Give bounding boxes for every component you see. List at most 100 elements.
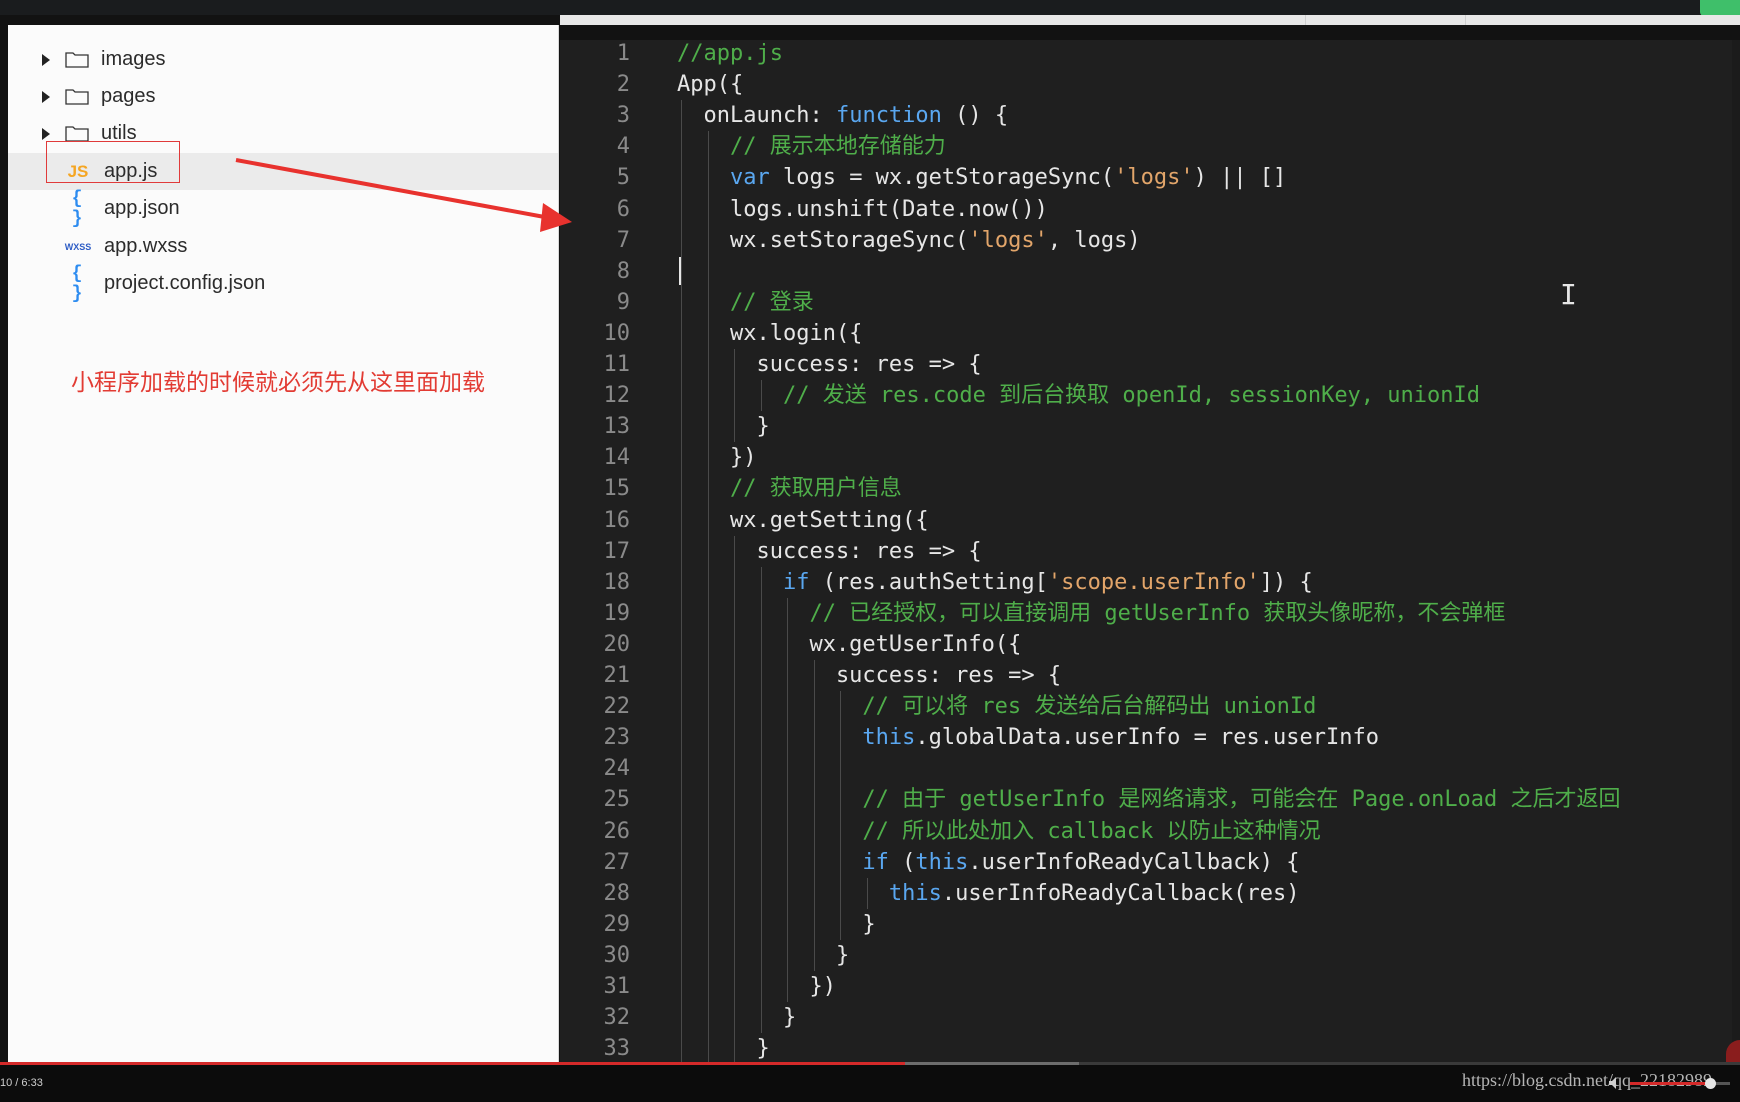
code-line[interactable]: 32 } xyxy=(560,1002,1740,1033)
line-number: 20 xyxy=(603,631,631,657)
code-line[interactable]: 4 // 展示本地存储能力 xyxy=(560,131,1740,162)
tree-label: app.wxss xyxy=(104,235,188,257)
code-token: success: res => { xyxy=(677,352,982,377)
code-line[interactable]: 28 this.userInfoReadyCallback(res) xyxy=(560,878,1740,909)
code-token: wx.login({ xyxy=(677,320,863,346)
code-line[interactable]: 20 wx.getUserInfo({ xyxy=(560,629,1740,660)
code-line[interactable]: 13 } xyxy=(560,411,1740,442)
code-text: this.userInfoReadyCallback(res) xyxy=(677,878,1300,909)
indent-guide xyxy=(707,131,709,1065)
code-line[interactable]: 19 // 已经授权，可以直接调用 getUserInfo 获取头像昵称，不会弹… xyxy=(560,598,1740,629)
code-line[interactable]: 21 success: res => { xyxy=(560,660,1740,691)
code-line[interactable]: 23 this.globalData.userInfo = res.userIn… xyxy=(560,722,1740,753)
code-token: }) xyxy=(677,445,757,471)
line-number: 4 xyxy=(616,134,630,160)
code-line[interactable]: 2 App({ xyxy=(560,69,1740,100)
code-line[interactable]: 3 onLaunch: function () { xyxy=(560,100,1740,131)
code-text: } xyxy=(677,940,849,971)
code-editor[interactable]: 1//app.js 2 App({3 onLaunch: function () {… xyxy=(560,40,1740,1077)
code-line[interactable]: 22 // 可以将 res 发送给后台解码出 unionId xyxy=(560,691,1740,722)
code-text: wx.getSetting({ xyxy=(677,505,929,536)
code-token: wx.getSetting({ xyxy=(677,507,929,533)
json-file-icon: { } xyxy=(71,188,85,229)
code-line[interactable]: 33 } xyxy=(560,1033,1740,1064)
tree-folder-images[interactable]: images xyxy=(8,41,558,78)
code-line[interactable]: 29 } xyxy=(560,909,1740,940)
code-text: } xyxy=(677,1002,796,1033)
line-number: 27 xyxy=(603,849,631,875)
code-line[interactable]: 24 xyxy=(560,753,1740,784)
indent-guide xyxy=(681,100,682,1065)
code-line[interactable]: 1 //app.js xyxy=(560,40,1740,69)
folder-icon xyxy=(65,52,89,68)
code-line[interactable]: 5 var logs = wx.getStorageSync('logs') |… xyxy=(560,162,1740,193)
code-line[interactable]: 11 success: res => { xyxy=(560,349,1740,380)
code-token: } xyxy=(677,942,850,968)
code-line[interactable]: 7 wx.setStorageSync('logs', logs) xyxy=(560,225,1740,256)
code-text: var logs = wx.getStorageSync('logs') || … xyxy=(677,162,1286,193)
code-token: } xyxy=(677,414,770,440)
volume-knob[interactable] xyxy=(1705,1078,1716,1089)
line-number: 23 xyxy=(603,725,631,751)
code-line[interactable]: 10 wx.login({ xyxy=(560,318,1740,349)
code-text: success: res => { xyxy=(677,536,981,567)
volume-slider[interactable] xyxy=(1630,1078,1730,1089)
indent-guide xyxy=(840,691,841,940)
code-text: // 获取用户信息 xyxy=(677,473,902,504)
code-token: 'scope.userInfo' xyxy=(1047,569,1260,595)
code-line[interactable]: 17 success: res => { xyxy=(560,536,1740,567)
tree-file-app-json[interactable]: { } app.json xyxy=(8,188,558,229)
tree-folder-pages[interactable]: pages xyxy=(8,78,558,115)
line-number: 28 xyxy=(603,880,631,906)
code-token: // 展示本地存储能力 xyxy=(677,134,946,160)
code-line[interactable]: 27 if (this.userInfoReadyCallback) { xyxy=(560,847,1740,878)
line-number: 10 xyxy=(603,320,631,346)
code-token: ( xyxy=(888,849,916,875)
volume-icon[interactable] xyxy=(1608,1076,1622,1090)
code-token: () { xyxy=(941,103,1009,129)
indent-guide xyxy=(866,877,868,909)
app-js-highlight-box xyxy=(46,141,180,183)
indent-guide xyxy=(760,380,762,412)
code-line[interactable]: 6 logs.unshift(Date.now()) xyxy=(560,194,1740,225)
line-number: 5 xyxy=(616,165,630,191)
code-token: var xyxy=(677,165,770,191)
line-number: 30 xyxy=(603,942,631,968)
code-line[interactable]: 18 if (res.authSetting['scope.userInfo']… xyxy=(560,567,1740,598)
expand-caret-icon[interactable] xyxy=(42,127,50,140)
code-token: //app.js xyxy=(677,41,783,66)
code-token: // 由于 getUserInfo 是网络请求，可能会在 Page.onLoad… xyxy=(677,787,1621,813)
line-number: 17 xyxy=(603,538,631,564)
code-line[interactable]: 26 // 所以此处加入 callback 以防止这种情况 xyxy=(560,816,1740,847)
code-line[interactable]: 25 // 由于 getUserInfo 是网络请求，可能会在 Page.onL… xyxy=(560,784,1740,815)
code-token: .userInfoReadyCallback(res) xyxy=(941,880,1300,906)
code-text: logs.unshift(Date.now()) xyxy=(677,194,1048,225)
expand-caret-icon[interactable] xyxy=(42,53,50,66)
line-number: 32 xyxy=(603,1005,631,1031)
code-token: 'logs' xyxy=(1114,165,1194,191)
line-number: 2 xyxy=(616,72,630,98)
volume-fill xyxy=(1630,1082,1710,1085)
expand-caret-icon[interactable] xyxy=(42,90,50,103)
code-line[interactable]: 30 } xyxy=(560,940,1740,971)
code-text: success: res => { xyxy=(677,349,982,380)
code-line[interactable]: 12 // 发送 res.code 到后台换取 openId, sessionK… xyxy=(560,380,1740,411)
line-number: 11 xyxy=(603,352,631,377)
code-token: // 获取用户信息 xyxy=(677,476,902,502)
annotation-text: 小程序加载的时候就必须先从这里面加载 xyxy=(71,370,485,396)
code-line[interactable]: 16 wx.getSetting({ xyxy=(560,505,1740,536)
code-text: } xyxy=(677,411,770,442)
line-number: 16 xyxy=(603,507,631,533)
green-tab-icon[interactable] xyxy=(1700,0,1740,16)
progress-track[interactable] xyxy=(0,1062,1740,1065)
code-line[interactable]: 31 }) xyxy=(560,971,1740,1002)
code-line[interactable]: 14 }) xyxy=(560,442,1740,473)
editor-scrollbar[interactable] xyxy=(1732,40,1740,1077)
tree-file-project-config[interactable]: { } project.config.json xyxy=(8,264,558,304)
playback-time: 10 / 6:33 xyxy=(0,1077,43,1089)
video-top-bar xyxy=(0,0,1740,15)
code-line[interactable]: 15 // 获取用户信息 xyxy=(560,473,1740,504)
line-number: 26 xyxy=(603,818,631,844)
code-token: function xyxy=(835,103,942,129)
tree-file-app-wxss[interactable]: WXSS app.wxss xyxy=(8,228,558,265)
